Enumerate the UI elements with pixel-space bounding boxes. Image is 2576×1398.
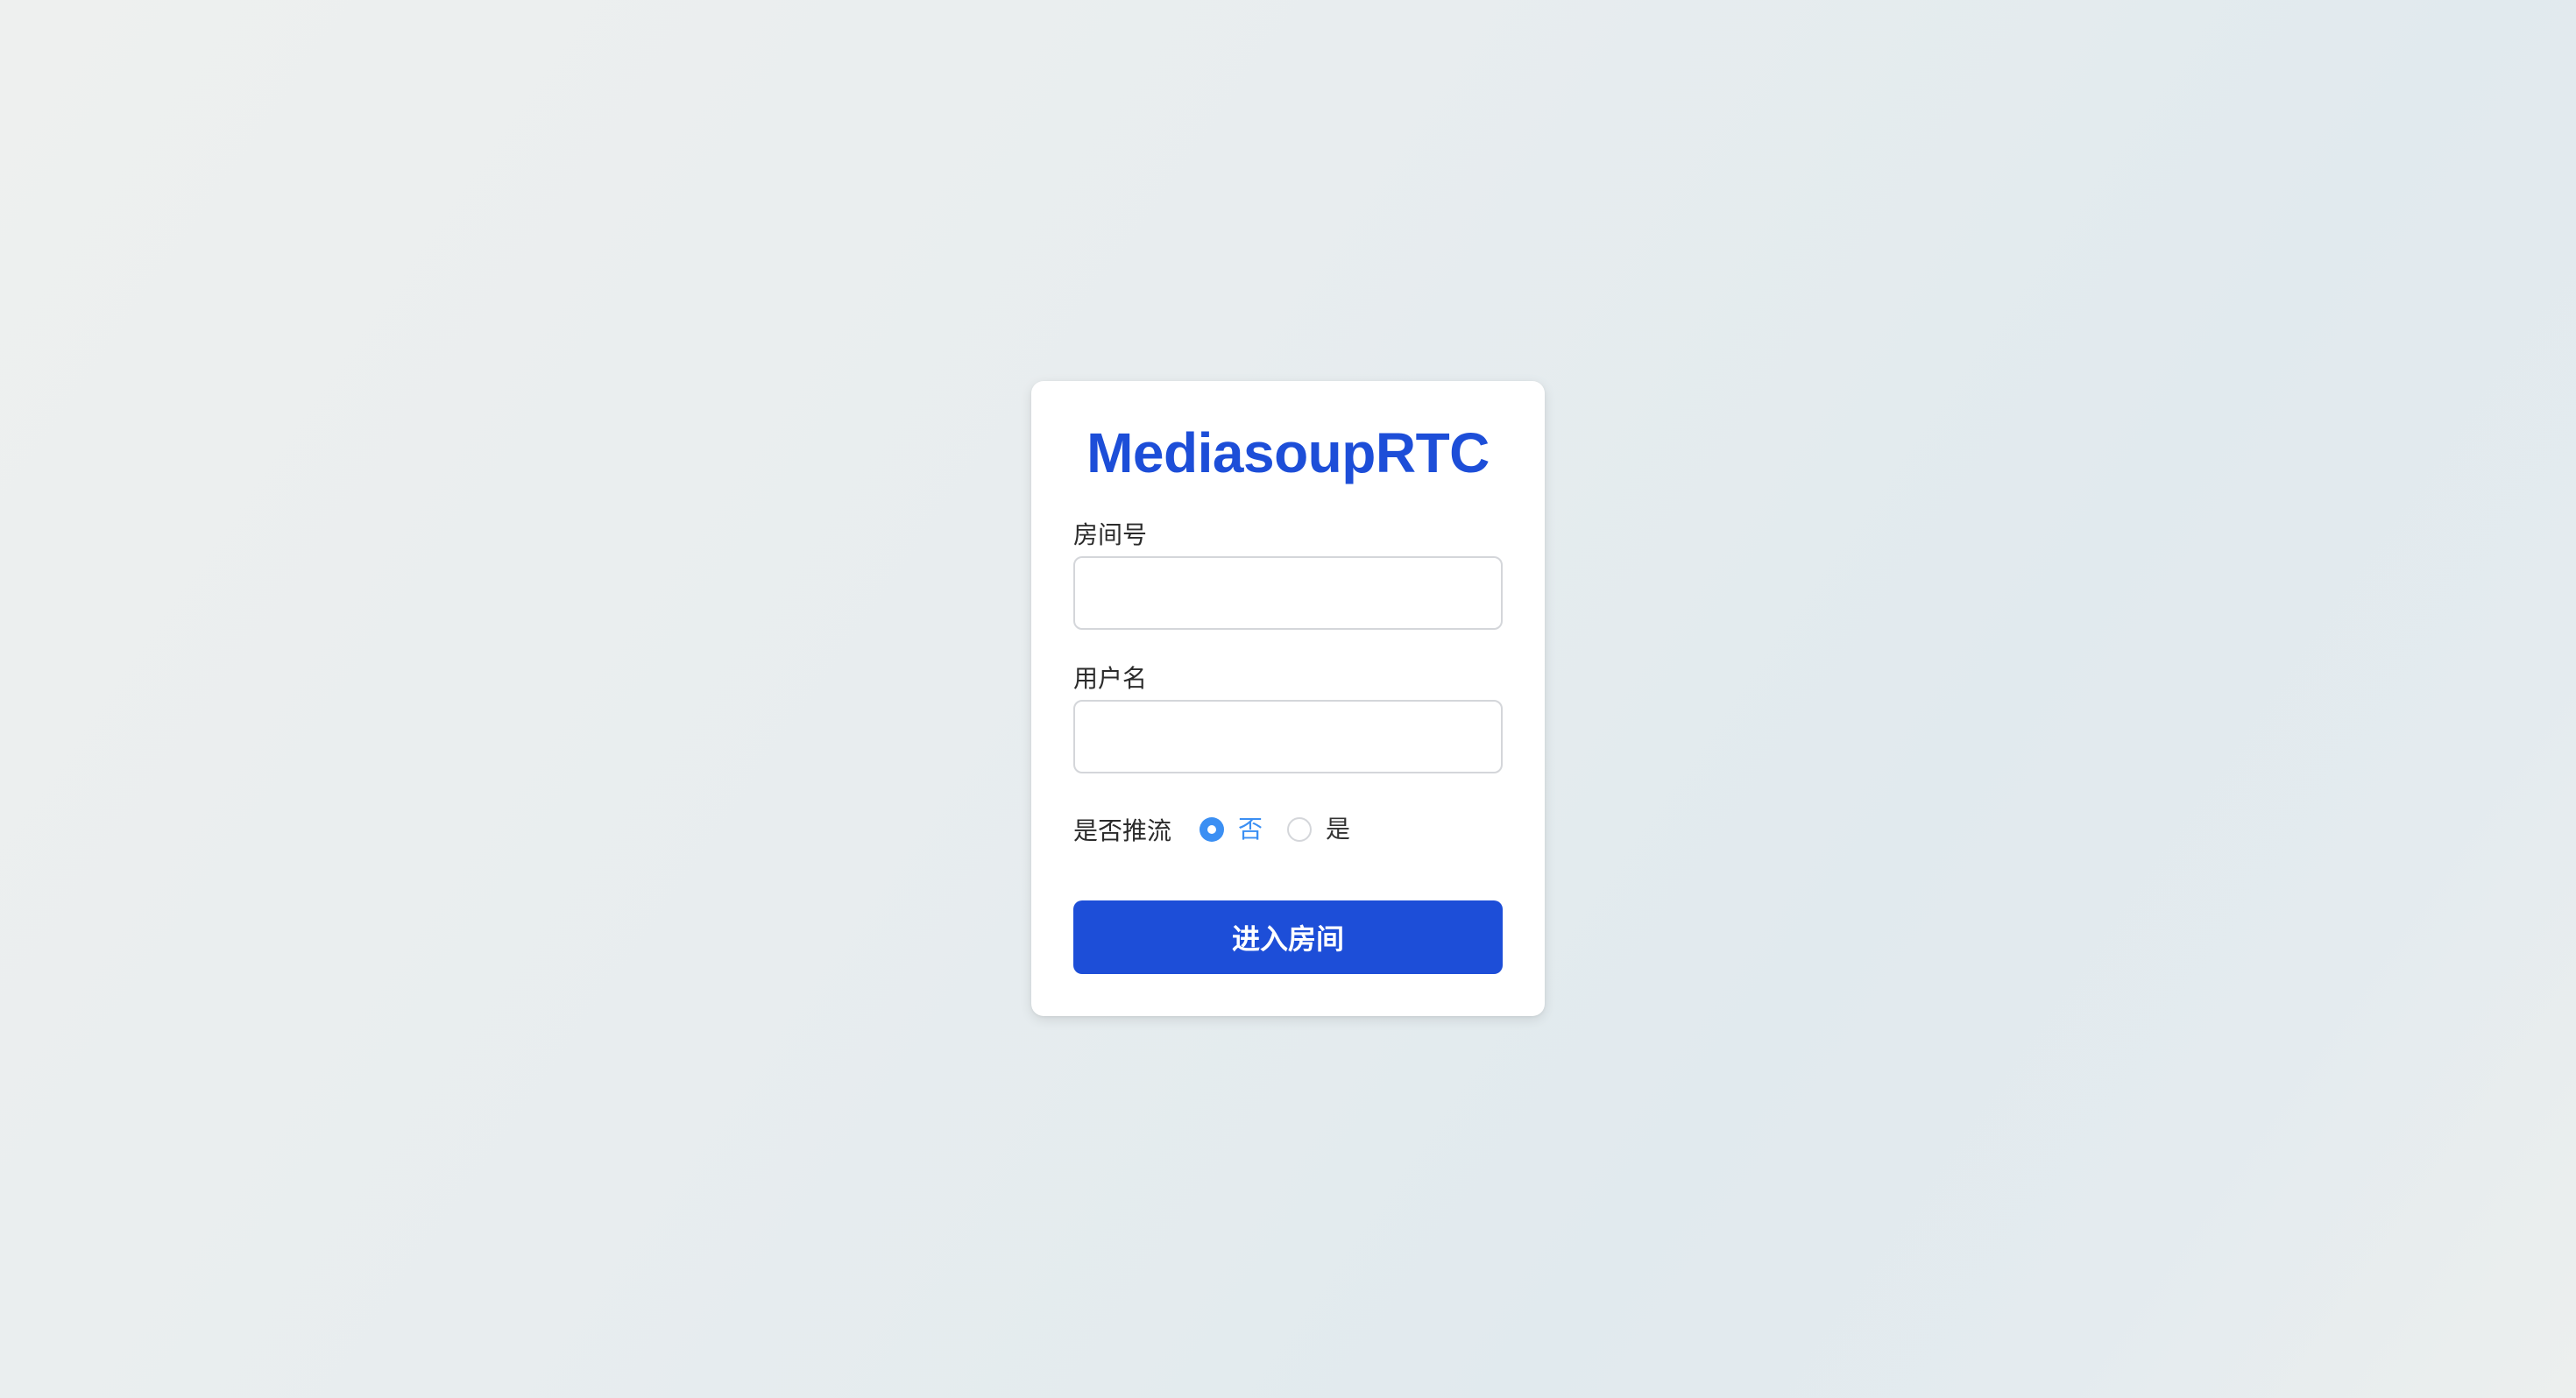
radio-checked-icon[interactable] (1200, 817, 1224, 842)
enter-room-button[interactable]: 进入房间 (1073, 900, 1503, 974)
publish-stream-radio-group: 否 是 (1200, 812, 1375, 847)
room-number-label: 房间号 (1073, 520, 1148, 549)
publish-option-yes[interactable]: 是 (1287, 814, 1350, 845)
publish-option-yes-label: 是 (1326, 815, 1351, 844)
publish-option-no-label: 否 (1238, 815, 1263, 844)
username-input[interactable] (1073, 700, 1503, 773)
room-number-input[interactable] (1073, 556, 1503, 630)
login-card: MediasoupRTC 房间号 用户名 是否推流 否 是 进入房间 (1031, 381, 1545, 1016)
publish-stream-label: 是否推流 (1073, 816, 1172, 845)
app-title: MediasoupRTC (1086, 421, 1490, 484)
username-label: 用户名 (1073, 664, 1148, 693)
radio-unchecked-icon[interactable] (1287, 817, 1313, 842)
publish-option-no[interactable]: 否 (1200, 814, 1263, 845)
